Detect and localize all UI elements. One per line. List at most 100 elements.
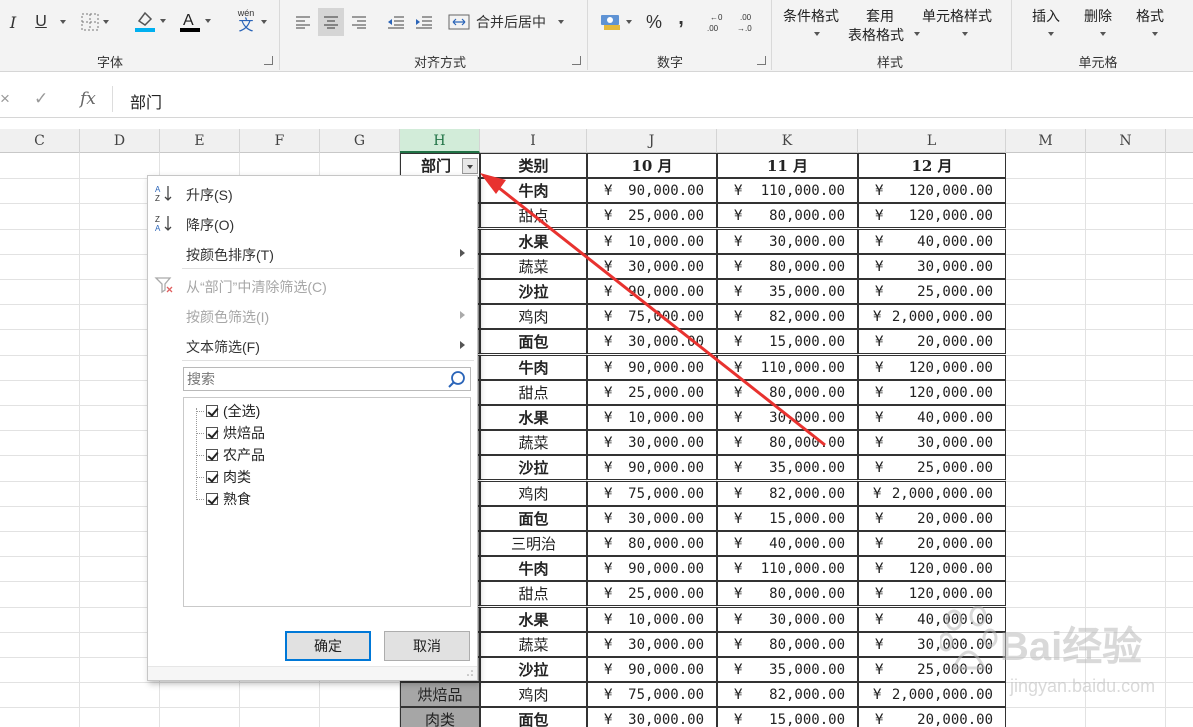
column-header-c[interactable]: C xyxy=(0,129,80,153)
format-button[interactable]: 格式 xyxy=(1136,6,1164,26)
column-header-j[interactable]: J xyxy=(587,129,717,153)
category-cell[interactable]: 蔬菜 xyxy=(480,430,587,455)
column-header-d[interactable]: D xyxy=(80,129,160,153)
search-icon[interactable] xyxy=(447,370,467,390)
amount-cell-dec[interactable]: ¥25,000.00 xyxy=(858,279,1006,304)
amount-cell-oct[interactable]: ¥30,000.00 xyxy=(587,329,717,354)
column-header-m[interactable]: M xyxy=(1006,129,1086,153)
category-cell[interactable]: 鸡肉 xyxy=(480,481,587,506)
amount-cell-dec[interactable]: ¥20,000.00 xyxy=(858,707,1006,727)
insert-button[interactable]: 插入 xyxy=(1032,6,1060,26)
checkbox-checked-icon[interactable] xyxy=(206,493,218,505)
amount-cell-oct[interactable]: ¥30,000.00 xyxy=(587,506,717,531)
category-cell[interactable]: 牛肉 xyxy=(480,556,587,581)
category-cell[interactable]: 沙拉 xyxy=(480,657,587,682)
checkbox-checked-icon[interactable] xyxy=(206,471,218,483)
confirm-icon[interactable]: ✓ xyxy=(34,89,48,109)
category-cell[interactable]: 水果 xyxy=(480,607,587,632)
increase-decimal-button[interactable]: ←0.00 xyxy=(704,8,730,36)
amount-cell-nov[interactable]: ¥30,000.00 xyxy=(717,607,858,632)
column-header-k[interactable]: K xyxy=(717,129,858,153)
filter-search-input[interactable] xyxy=(187,370,447,388)
amount-cell-nov[interactable]: ¥35,000.00 xyxy=(717,455,858,480)
clear-filter-item[interactable]: 从“部门”中清除筛选(C) xyxy=(148,270,477,300)
category-cell[interactable]: 面包 xyxy=(480,707,587,727)
amount-cell-nov[interactable]: ¥15,000.00 xyxy=(717,329,858,354)
checkbox-checked-icon[interactable] xyxy=(206,449,218,461)
amount-cell-oct[interactable]: ¥90,000.00 xyxy=(587,279,717,304)
checkbox-checked-icon[interactable] xyxy=(206,405,218,417)
delete-button[interactable]: 删除 xyxy=(1084,6,1112,26)
text-filter-item[interactable]: 文本筛选(F) xyxy=(148,330,477,360)
amount-cell-nov[interactable]: ¥15,000.00 xyxy=(717,506,858,531)
cancel-button[interactable]: 取消 xyxy=(384,631,470,661)
amount-cell-oct[interactable]: ¥30,000.00 xyxy=(587,254,717,279)
amount-cell-oct[interactable]: ¥90,000.00 xyxy=(587,657,717,682)
amount-cell-oct[interactable]: ¥75,000.00 xyxy=(587,682,717,707)
amount-cell-dec[interactable]: ¥120,000.00 xyxy=(858,178,1006,203)
category-cell[interactable]: 甜点 xyxy=(480,380,587,405)
amount-cell-dec[interactable]: ¥120,000.00 xyxy=(858,355,1006,380)
font-color-button[interactable]: A xyxy=(176,8,214,34)
category-cell[interactable]: 牛肉 xyxy=(480,178,587,203)
header-cell-oct[interactable]: 10 月 xyxy=(587,153,717,178)
align-center-button[interactable] xyxy=(318,8,344,36)
column-header-i[interactable]: I xyxy=(480,129,587,153)
amount-cell-nov[interactable]: ¥82,000.00 xyxy=(717,304,858,329)
amount-cell-oct[interactable]: ¥30,000.00 xyxy=(587,632,717,657)
cell-styles-button[interactable]: 单元格样式 xyxy=(922,6,992,26)
amount-cell-dec[interactable]: ¥20,000.00 xyxy=(858,531,1006,556)
category-cell[interactable]: 蔬菜 xyxy=(480,632,587,657)
sort-by-color-item[interactable]: 按颜色排序(T) xyxy=(148,238,477,268)
column-header-l[interactable]: L xyxy=(858,129,1006,153)
amount-cell-nov[interactable]: ¥35,000.00 xyxy=(717,657,858,682)
amount-cell-oct[interactable]: ¥75,000.00 xyxy=(587,481,717,506)
cancel-icon[interactable]: × xyxy=(0,89,10,109)
category-cell[interactable]: 牛肉 xyxy=(480,355,587,380)
amount-cell-dec[interactable]: ¥2,000,000.00 xyxy=(858,481,1006,506)
column-header-g[interactable]: G xyxy=(320,129,400,153)
amount-cell-oct[interactable]: ¥90,000.00 xyxy=(587,556,717,581)
amount-cell-oct[interactable]: ¥90,000.00 xyxy=(587,355,717,380)
accounting-format-button[interactable] xyxy=(596,8,636,36)
filter-list-item[interactable]: 农产品 xyxy=(206,445,265,465)
amount-cell-nov[interactable]: ¥40,000.00 xyxy=(717,531,858,556)
amount-cell-nov[interactable]: ¥80,000.00 xyxy=(717,632,858,657)
underline-dropdown[interactable] xyxy=(54,10,68,34)
alignment-dialog-launcher[interactable] xyxy=(572,56,581,65)
resize-grip-icon[interactable] xyxy=(466,669,474,677)
amount-cell-dec[interactable]: ¥40,000.00 xyxy=(858,229,1006,254)
fill-color-button[interactable] xyxy=(132,8,168,34)
filter-list-item[interactable]: (全选) xyxy=(206,401,260,421)
amount-cell-dec[interactable]: ¥2,000,000.00 xyxy=(858,304,1006,329)
decrease-decimal-button[interactable]: .00 →.0 xyxy=(734,8,760,36)
amount-cell-nov[interactable]: ¥30,000.00 xyxy=(717,229,858,254)
category-cell[interactable]: 三明治 xyxy=(480,531,587,556)
amount-cell-nov[interactable]: ¥30,000.00 xyxy=(717,405,858,430)
conditional-format-button[interactable]: 条件格式 xyxy=(783,6,839,26)
amount-cell-oct[interactable]: ¥90,000.00 xyxy=(587,178,717,203)
amount-cell-nov[interactable]: ¥35,000.00 xyxy=(717,279,858,304)
amount-cell-dec[interactable]: ¥120,000.00 xyxy=(858,380,1006,405)
category-cell[interactable]: 面包 xyxy=(480,329,587,354)
phonetic-dropdown[interactable] xyxy=(256,10,268,34)
amount-cell-dec[interactable]: ¥30,000.00 xyxy=(858,430,1006,455)
merge-center-button[interactable]: 合并后居中 xyxy=(448,8,576,36)
amount-cell-nov[interactable]: ¥110,000.00 xyxy=(717,178,858,203)
amount-cell-nov[interactable]: ¥80,000.00 xyxy=(717,203,858,228)
comma-style-button[interactable]: , xyxy=(670,4,692,32)
amount-cell-oct[interactable]: ¥30,000.00 xyxy=(587,707,717,727)
checkbox-checked-icon[interactable] xyxy=(206,427,218,439)
amount-cell-oct[interactable]: ¥25,000.00 xyxy=(587,203,717,228)
formula-input[interactable]: 部门 xyxy=(130,89,162,113)
border-button[interactable] xyxy=(80,10,110,34)
amount-cell-nov[interactable]: ¥80,000.00 xyxy=(717,581,858,606)
amount-cell-nov[interactable]: ¥110,000.00 xyxy=(717,355,858,380)
header-cell-nov[interactable]: 11 月 xyxy=(717,153,858,178)
ok-button[interactable]: 确定 xyxy=(285,631,371,661)
percent-button[interactable]: % xyxy=(642,8,666,36)
amount-cell-dec[interactable]: ¥20,000.00 xyxy=(858,506,1006,531)
dept-cell-value[interactable]: 烘焙品 xyxy=(400,682,480,707)
category-cell[interactable]: 蔬菜 xyxy=(480,254,587,279)
column-header-e[interactable]: E xyxy=(160,129,240,153)
